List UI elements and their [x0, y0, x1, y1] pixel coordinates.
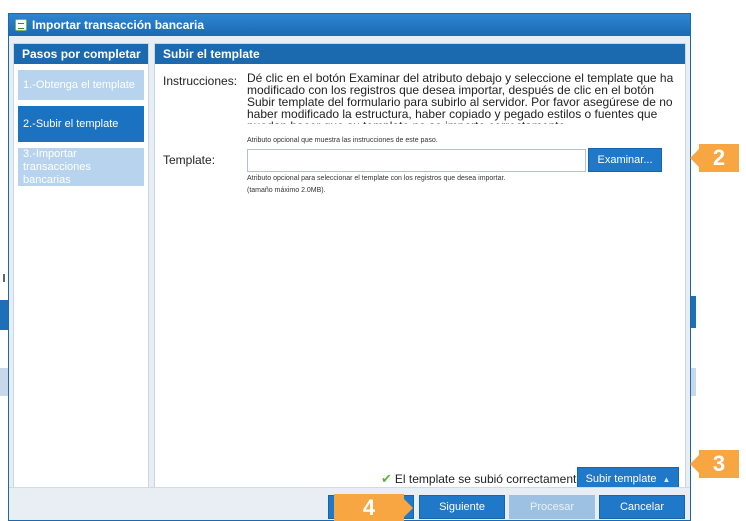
background-strip-left — [0, 300, 8, 330]
step-label: 2.-Subir el template — [23, 117, 119, 130]
main-panel: Subir el template Instrucciones: Dé clic… — [154, 43, 686, 495]
step-import-transactions[interactable]: 3.-Importar transacciones bancarias — [18, 148, 144, 186]
instructions-hint: Atributo opcional que muestra las instru… — [247, 137, 438, 144]
callout-badge-2: 2 — [690, 144, 739, 172]
template-field[interactable] — [247, 149, 586, 172]
step-upload-template[interactable]: 2.-Subir el template — [18, 106, 144, 142]
upload-success-message: ✔ El template se subió correctamente. — [381, 471, 586, 487]
step-label: 1.-Obtenga el template — [23, 78, 135, 91]
template-size-hint: (tamaño máximo 2.0MB). — [247, 187, 326, 194]
template-hint: Atributo opcional para seleccionar el te… — [247, 175, 506, 182]
instructions-text: Dé clic en el botón Examinar del atribut… — [247, 72, 674, 124]
process-button: Procesar — [509, 495, 595, 519]
background-tick — [3, 274, 5, 282]
spreadsheet-icon — [15, 19, 27, 31]
main-header: Subir el template — [155, 44, 685, 64]
instructions-label: Instrucciones: — [163, 74, 238, 88]
cancel-button[interactable]: Cancelar — [599, 495, 685, 519]
browse-button[interactable]: Examinar... — [588, 148, 662, 172]
callout-badge-3: 3 — [690, 450, 739, 478]
success-text: El template se subió correctamente. — [394, 472, 587, 486]
steps-sidebar: Pasos por completar 1.-Obtenga el templa… — [13, 43, 149, 495]
arrow-up-icon: ▲ — [662, 474, 671, 484]
next-button[interactable]: Siguiente — [419, 495, 505, 519]
step-label: 3.-Importar transacciones bancarias — [23, 147, 91, 186]
callout-badge-4: 4 — [334, 494, 413, 521]
template-label: Template: — [163, 153, 216, 167]
dialog-title: Importar transacción bancaria — [32, 18, 205, 32]
check-icon: ✔ — [381, 471, 392, 486]
import-dialog: Importar transacción bancaria Pasos por … — [8, 13, 691, 521]
dialog-titlebar[interactable]: Importar transacción bancaria — [9, 14, 690, 36]
step-obtain-template[interactable]: 1.-Obtenga el template — [18, 70, 144, 100]
background-strip-left-light — [0, 368, 8, 396]
upload-button-label: Subir template — [585, 473, 657, 485]
steps-header: Pasos por completar — [14, 44, 148, 64]
